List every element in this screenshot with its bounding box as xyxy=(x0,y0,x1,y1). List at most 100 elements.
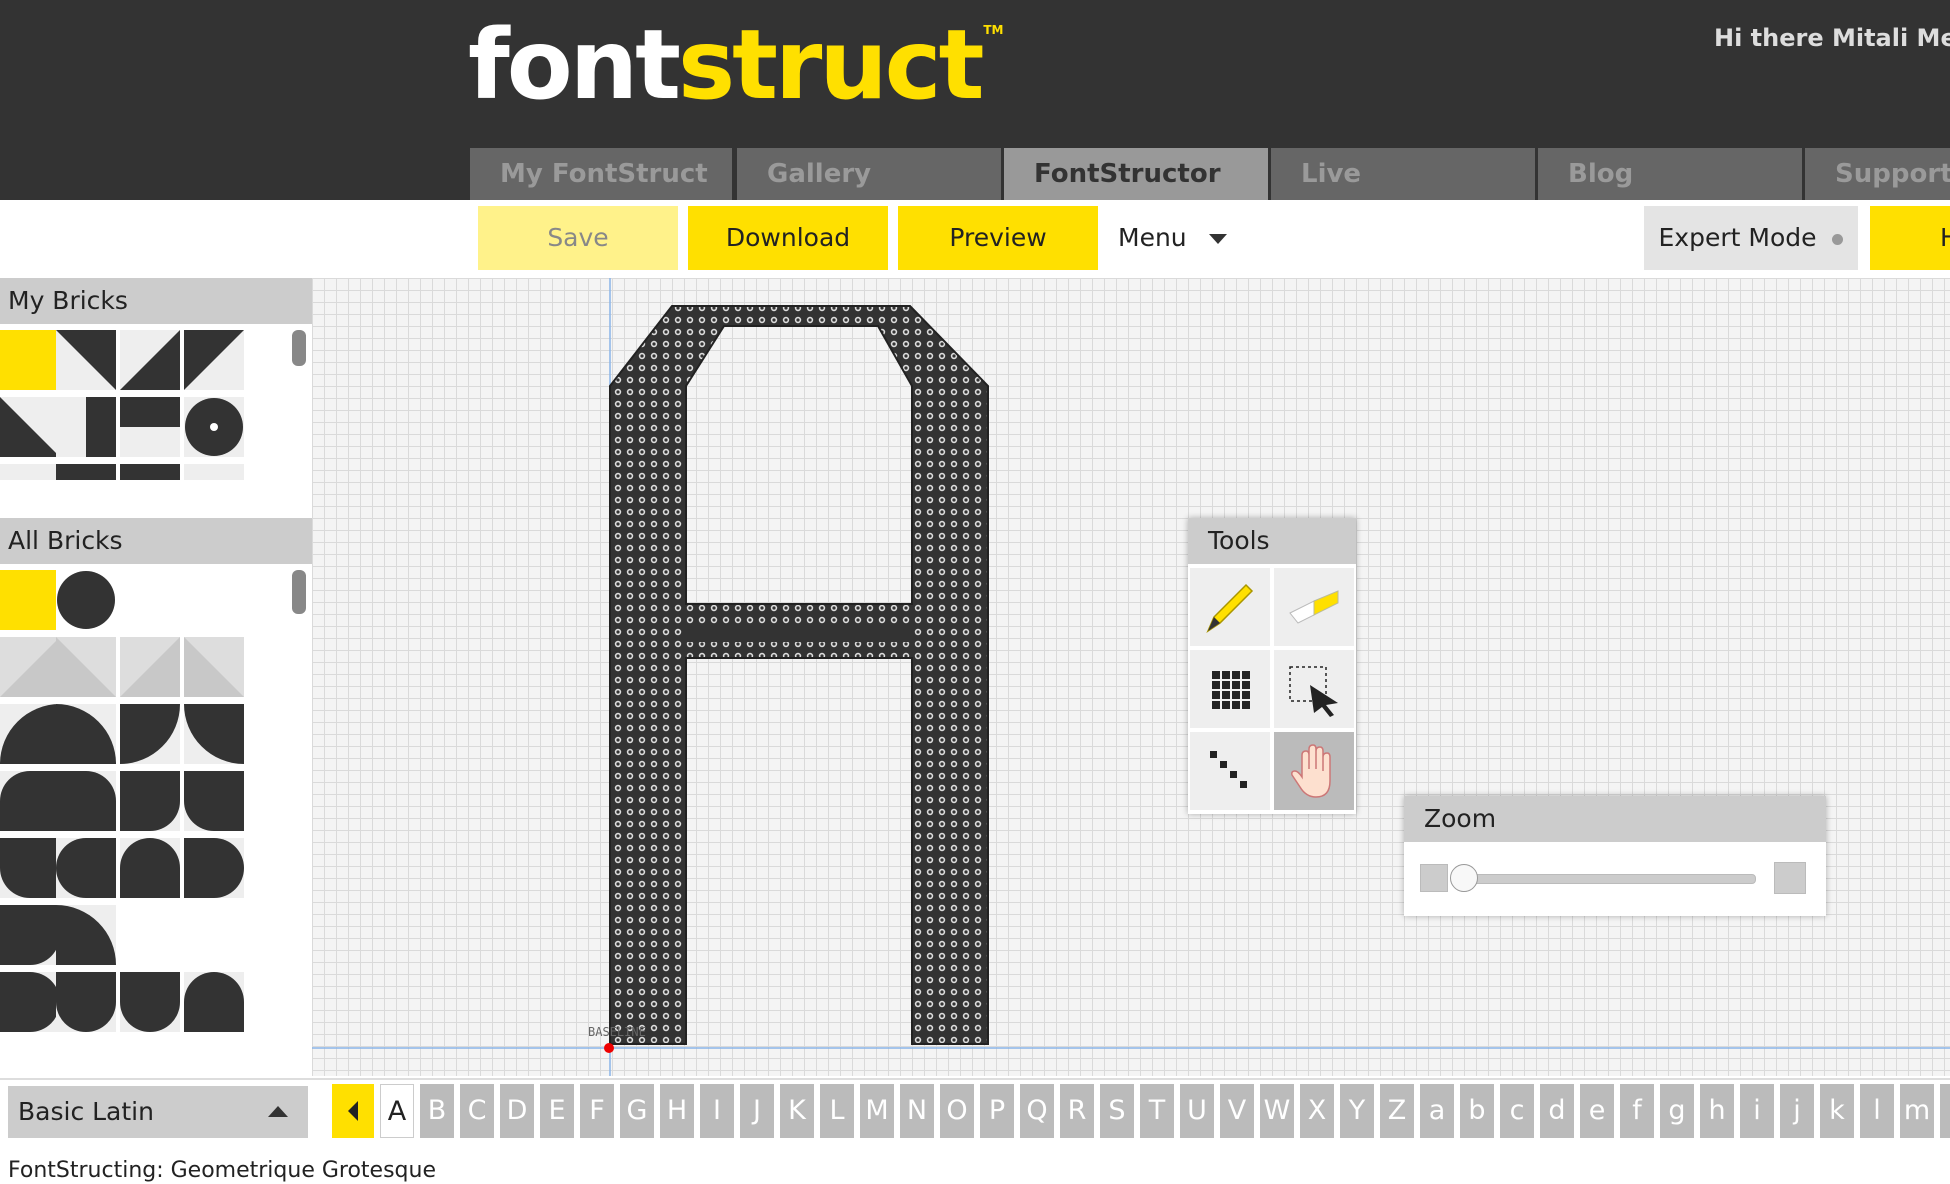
user-greeting[interactable]: Hi there Mitali Mehta xyxy=(1714,24,1950,52)
preview-button[interactable]: Preview xyxy=(898,206,1098,270)
brick-vertical-bar[interactable] xyxy=(56,397,116,457)
brick-filled[interactable] xyxy=(0,330,60,390)
glyph-upper-u[interactable]: U xyxy=(1180,1084,1214,1138)
select-tool[interactable] xyxy=(1274,650,1354,728)
glyph-upper-r[interactable]: R xyxy=(1060,1084,1094,1138)
glyph-upper-p[interactable]: P xyxy=(980,1084,1014,1138)
tab-live[interactable]: Live xyxy=(1271,148,1535,200)
brick-partial[interactable] xyxy=(120,464,180,480)
hand-tool[interactable] xyxy=(1274,732,1354,810)
brick-rounded-corner[interactable] xyxy=(0,771,60,831)
glyph-upper-f[interactable]: F xyxy=(580,1084,614,1138)
glyph-upper-e[interactable]: E xyxy=(540,1084,574,1138)
glyph-upper-w[interactable]: W xyxy=(1260,1084,1294,1138)
brick-half-round[interactable] xyxy=(56,838,116,898)
glyph-lower-g[interactable]: g xyxy=(1660,1084,1694,1138)
brick-horizontal-bar[interactable] xyxy=(120,397,180,457)
zoom-slider-handle[interactable] xyxy=(1450,864,1478,892)
expert-mode-toggle[interactable]: Expert Mode xyxy=(1644,206,1858,270)
brick-circle-dot[interactable] xyxy=(184,397,244,457)
brick-triangle-tl[interactable] xyxy=(56,330,116,390)
brick-light-triangle[interactable] xyxy=(0,637,60,697)
brick-rounded-corner[interactable] xyxy=(120,771,180,831)
tab-my-fontstruct[interactable]: My FontStruct xyxy=(470,148,732,200)
glyph-upper-v[interactable]: V xyxy=(1220,1084,1254,1138)
brick-half-round[interactable] xyxy=(184,838,244,898)
brick-light-triangle[interactable] xyxy=(56,637,116,697)
save-button[interactable]: Save xyxy=(478,206,678,270)
brick-quarter-circle[interactable] xyxy=(120,704,180,764)
glyph-upper-q[interactable]: Q xyxy=(1020,1084,1054,1138)
brick-semicircle[interactable] xyxy=(0,972,60,1032)
fontstruct-logo[interactable]: font struct TM xyxy=(468,17,1003,113)
glyph-upper-h[interactable]: H xyxy=(660,1084,694,1138)
glyph-upper-y[interactable]: Y xyxy=(1340,1084,1374,1138)
previous-glyph-button[interactable] xyxy=(332,1084,374,1138)
brick-rounded-corner[interactable] xyxy=(56,771,116,831)
brick-light-triangle[interactable] xyxy=(184,637,244,697)
brick-partial[interactable] xyxy=(56,464,116,480)
all-bricks-scrollbar[interactable] xyxy=(292,570,306,614)
brick-filled[interactable] xyxy=(0,570,60,630)
glyph-upper-k[interactable]: K xyxy=(780,1084,814,1138)
help-button[interactable]: H xyxy=(1870,206,1950,270)
zoom-slider-track[interactable] xyxy=(1464,874,1756,884)
glyph-lower-d[interactable]: d xyxy=(1540,1084,1574,1138)
eraser-tool[interactable] xyxy=(1274,568,1354,646)
glyph-lower-m[interactable]: m xyxy=(1900,1084,1934,1138)
line-tool[interactable] xyxy=(1190,732,1270,810)
glyph-lower-a[interactable]: a xyxy=(1420,1084,1454,1138)
glyph-lower-l[interactable]: l xyxy=(1860,1084,1894,1138)
menu-dropdown[interactable]: Menu xyxy=(1108,206,1258,270)
zoom-in-icon[interactable] xyxy=(1774,862,1806,894)
glyph-lower-e[interactable]: e xyxy=(1580,1084,1614,1138)
glyph-upper-t[interactable]: T xyxy=(1140,1084,1174,1138)
brick-semicircle[interactable] xyxy=(120,972,180,1032)
brick-quarter-circle[interactable] xyxy=(0,704,60,764)
glyph-upper-g[interactable]: G xyxy=(620,1084,654,1138)
glyph-lower-n[interactable]: n xyxy=(1940,1084,1950,1138)
brick-triangle-br[interactable] xyxy=(120,330,180,390)
brick-half-round[interactable] xyxy=(120,838,180,898)
brick-triangle-tl2[interactable] xyxy=(184,330,244,390)
brick-half-round[interactable] xyxy=(56,905,116,965)
brick-half-round[interactable] xyxy=(0,905,60,965)
glyph-canvas[interactable]: BASELINE xyxy=(312,278,1950,1076)
glyph-lower-c[interactable]: c xyxy=(1500,1084,1534,1138)
glyph-upper-x[interactable]: X xyxy=(1300,1084,1334,1138)
glyph-upper-a[interactable]: A xyxy=(380,1084,414,1138)
brick-triangle-bl[interactable] xyxy=(0,397,60,457)
glyph-upper-n[interactable]: N xyxy=(900,1084,934,1138)
glyph-lower-j[interactable]: j xyxy=(1780,1084,1814,1138)
download-button[interactable]: Download xyxy=(688,206,888,270)
glyph-lower-f[interactable]: f xyxy=(1620,1084,1654,1138)
glyph-upper-m[interactable]: M xyxy=(860,1084,894,1138)
brick-partial[interactable] xyxy=(184,464,244,480)
tab-support[interactable]: Support xyxy=(1805,148,1950,200)
glyph-lower-b[interactable]: b xyxy=(1460,1084,1494,1138)
glyph-upper-b[interactable]: B xyxy=(420,1084,454,1138)
brick-light-triangle[interactable] xyxy=(120,637,180,697)
glyph-lower-i[interactable]: i xyxy=(1740,1084,1774,1138)
my-bricks-scrollbar[interactable] xyxy=(292,330,306,366)
glyph-upper-s[interactable]: S xyxy=(1100,1084,1134,1138)
brick-semicircle[interactable] xyxy=(56,972,116,1032)
glyph-lower-h[interactable]: h xyxy=(1700,1084,1734,1138)
pencil-tool[interactable] xyxy=(1190,568,1270,646)
glyph-upper-d[interactable]: D xyxy=(500,1084,534,1138)
glyph-upper-z[interactable]: Z xyxy=(1380,1084,1414,1138)
zoom-out-icon[interactable] xyxy=(1420,864,1448,892)
fill-grid-tool[interactable] xyxy=(1190,650,1270,728)
brick-half-round[interactable] xyxy=(0,838,60,898)
tab-fontstructor[interactable]: FontStructor xyxy=(1004,148,1268,200)
tab-blog[interactable]: Blog xyxy=(1538,148,1802,200)
brick-partial[interactable] xyxy=(0,464,60,480)
glyph-upper-c[interactable]: C xyxy=(460,1084,494,1138)
brick-quarter-circle[interactable] xyxy=(56,704,116,764)
brick-circle[interactable] xyxy=(56,570,116,630)
glyph-lower-k[interactable]: k xyxy=(1820,1084,1854,1138)
glyph-upper-i[interactable]: I xyxy=(700,1084,734,1138)
brick-quarter-circle[interactable] xyxy=(184,704,244,764)
charset-selector[interactable]: Basic Latin xyxy=(8,1086,308,1138)
glyph-upper-j[interactable]: J xyxy=(740,1084,774,1138)
